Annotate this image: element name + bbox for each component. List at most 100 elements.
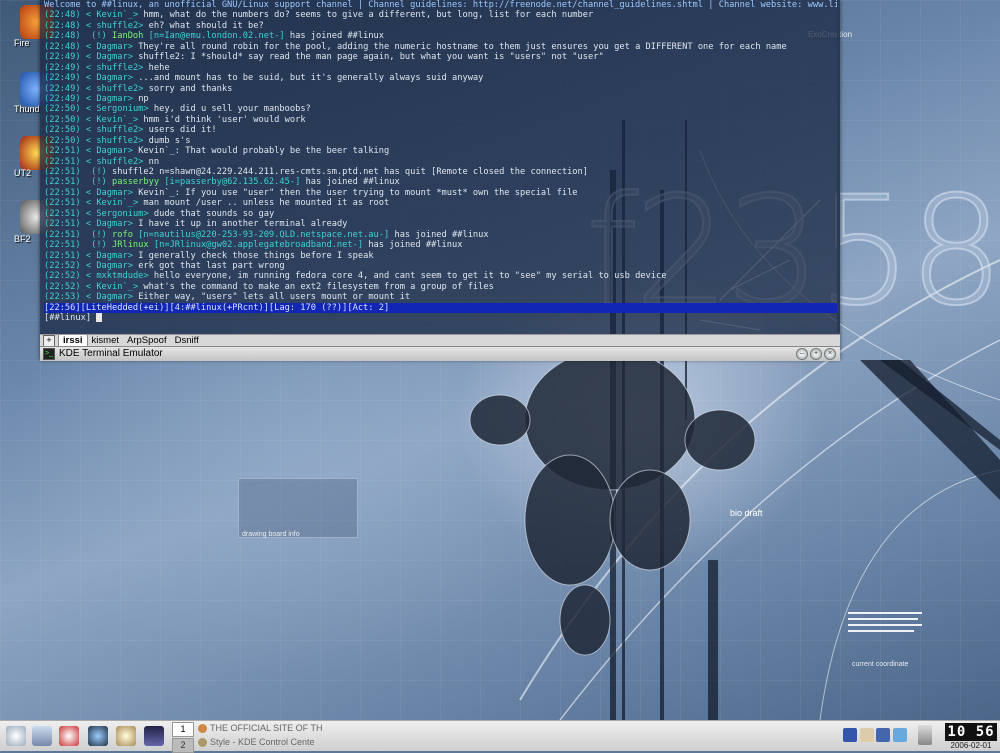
desktop-icon-label: BF2 bbox=[14, 234, 31, 244]
irc-event-nick: IanDoh bbox=[112, 31, 144, 42]
clock[interactable]: 10 56 2006-02-01 bbox=[944, 722, 998, 750]
irc-message: They're all round robin for the pool, ad… bbox=[138, 41, 787, 52]
irc-nick: shuffle2 bbox=[96, 156, 139, 167]
irc-timestamp: (22:49) bbox=[44, 73, 81, 84]
irc-event-text: has quit [Remote closed the connection] bbox=[384, 167, 588, 177]
mail-icon[interactable] bbox=[88, 726, 108, 746]
irc-event-text: has joined ##linux bbox=[368, 240, 463, 251]
irc-nick-bracket: > bbox=[132, 281, 144, 292]
terminal-window[interactable]: Welcome to ##linux, an unofficial GNU/Li… bbox=[40, 0, 840, 361]
volume-tray-icon[interactable] bbox=[876, 728, 890, 742]
irc-nick-bracket: < bbox=[85, 52, 97, 63]
irc-line: (22:52) < mxktmdude> hello everyone, im … bbox=[44, 271, 840, 281]
irc-line: (22:49) < Dagmar> shuffle2: I *should* s… bbox=[44, 52, 840, 62]
task-label: Style - KDE Control Cente bbox=[210, 737, 315, 747]
irc-line: (22:51) < Dagmar> Kevin`_: That would pr… bbox=[44, 146, 840, 156]
irc-timestamp: (22:48) bbox=[44, 41, 81, 52]
irc-timestamp: (22:49) bbox=[44, 83, 81, 94]
irc-message: nn bbox=[148, 156, 160, 167]
irc-nick: shuffle2 bbox=[96, 62, 139, 73]
show-desktop-icon[interactable] bbox=[32, 726, 52, 746]
irc-event-marker: (!) bbox=[80, 31, 113, 42]
trash-icon[interactable] bbox=[918, 725, 932, 745]
irc-line: (22:49) < shuffle2> sorry and thanks bbox=[44, 84, 840, 94]
irc-timestamp: (22:53) bbox=[44, 292, 81, 303]
irc-nick-bracket: < bbox=[85, 114, 97, 125]
irc-nick-bracket: > bbox=[132, 10, 144, 21]
tools-tray-icon[interactable] bbox=[893, 728, 907, 742]
irc-nick-bracket: < bbox=[85, 20, 97, 31]
irc-nick-bracket: < bbox=[85, 104, 97, 115]
irc-message: hmm i'd think 'user' would work bbox=[143, 114, 306, 125]
irc-timestamp: (22:50) bbox=[44, 135, 81, 146]
irc-event-marker: (!) bbox=[80, 240, 113, 251]
irc-nick-bracket: < bbox=[85, 41, 97, 52]
irc-nick-bracket: > bbox=[132, 114, 144, 125]
irc-line: (22:51) < Kevin`_> man mount /user .. un… bbox=[44, 198, 840, 208]
terminal-launcher-icon[interactable] bbox=[144, 726, 164, 746]
taskbar-task[interactable]: THE OFFICIAL SITE OF TH bbox=[198, 722, 324, 735]
irc-nick: Kevin`_ bbox=[96, 114, 133, 125]
desktop-2-button[interactable]: 2 bbox=[172, 738, 194, 753]
irc-event-nick: rofo bbox=[112, 229, 133, 240]
irc-event-marker: (!) bbox=[80, 229, 113, 240]
irc-host: [n=nautilus@220-253-93-209.QLD.netspace.… bbox=[138, 229, 390, 240]
window-titlebar[interactable]: >_ KDE Terminal Emulator – + × bbox=[40, 346, 840, 361]
irc-line: (22:50) < shuffle2> users did it! bbox=[44, 125, 840, 135]
irc-message: I generally check those things before I … bbox=[138, 250, 374, 261]
irc-line: (22:48) < shuffle2> eh? what should it b… bbox=[44, 21, 840, 31]
irc-nick: Dagmar bbox=[96, 41, 128, 52]
irc-event-marker: (!) bbox=[80, 167, 113, 177]
desktop-1-button[interactable]: 1 bbox=[172, 722, 194, 737]
irc-nick-bracket: < bbox=[85, 125, 97, 136]
irc-message: man mount /user .. unless he mounted it … bbox=[143, 198, 390, 209]
irc-nick: Sergonium bbox=[96, 208, 144, 219]
irc-nick-bracket: > bbox=[127, 73, 139, 84]
irc-nick-bracket: < bbox=[85, 156, 97, 167]
irc-line: (22:51) (!) passerbyy [i=passerby@62.135… bbox=[44, 177, 840, 187]
terminal-app-icon[interactable]: >_ bbox=[43, 348, 55, 360]
network-tray-icon[interactable] bbox=[843, 728, 857, 742]
irc-line: Welcome to ##linux, an unofficial GNU/Li… bbox=[44, 0, 840, 10]
irc-nick-bracket: < bbox=[85, 93, 97, 104]
wallpaper-caption-board: drawing board info bbox=[242, 531, 300, 538]
konqueror-icon[interactable] bbox=[59, 726, 79, 746]
irssi-input-line[interactable]: [##linux] bbox=[44, 313, 840, 323]
irc-timestamp: (22:51) bbox=[44, 250, 81, 261]
chat-icon[interactable] bbox=[116, 726, 136, 746]
close-icon[interactable]: × bbox=[824, 348, 836, 360]
irc-nick-bracket: > bbox=[138, 20, 149, 31]
minimize-icon[interactable]: – bbox=[796, 348, 808, 360]
irc-nick-bracket: > bbox=[138, 135, 149, 146]
irc-nick-bracket: > bbox=[143, 104, 154, 115]
taskbar-task[interactable]: Style - KDE Control Cente bbox=[198, 736, 324, 749]
irc-nick-bracket: > bbox=[127, 52, 139, 63]
irc-timestamp: (22:51) bbox=[44, 167, 81, 177]
irc-message: what's the command to make an ext2 files… bbox=[143, 281, 494, 292]
irc-message: sorry and thanks bbox=[148, 83, 233, 94]
kmenu-icon[interactable] bbox=[6, 726, 26, 746]
irc-nick: Kevin`_ bbox=[96, 10, 133, 21]
irc-nick: Sergonium bbox=[96, 104, 144, 115]
irc-event-nick: passerbyy bbox=[112, 177, 160, 188]
irc-nick-bracket: < bbox=[85, 198, 97, 209]
clipboard-tray-icon[interactable] bbox=[860, 728, 874, 742]
irc-event-text: has joined ##linux bbox=[394, 229, 489, 240]
irc-line: (22:49) < shuffle2> hehe bbox=[44, 63, 840, 73]
irc-output[interactable]: Welcome to ##linux, an unofficial GNU/Li… bbox=[40, 0, 840, 332]
irc-timestamp: (22:48) bbox=[44, 31, 81, 42]
irc-timestamp: (22:51) bbox=[44, 177, 81, 188]
irc-nick: shuffle2 bbox=[96, 125, 139, 136]
irc-nick-bracket: < bbox=[85, 208, 97, 219]
irc-nick-bracket: > bbox=[138, 83, 149, 94]
maximize-icon[interactable]: + bbox=[810, 348, 822, 360]
irc-message: hey, did u sell your manboobs? bbox=[153, 104, 311, 115]
irc-nick-bracket: > bbox=[127, 250, 139, 261]
terminal-scrollbar[interactable] bbox=[837, 0, 840, 332]
irc-message: ...and mount has to be suid, but it's ge… bbox=[138, 73, 484, 84]
irc-nick: Dagmar bbox=[96, 73, 128, 84]
irc-line: (22:51) < shuffle2> nn bbox=[44, 157, 840, 167]
desktop-icon-label: Thund bbox=[14, 104, 40, 114]
irc-nick-bracket: > bbox=[127, 93, 139, 104]
irc-nick: Dagmar bbox=[96, 292, 128, 303]
